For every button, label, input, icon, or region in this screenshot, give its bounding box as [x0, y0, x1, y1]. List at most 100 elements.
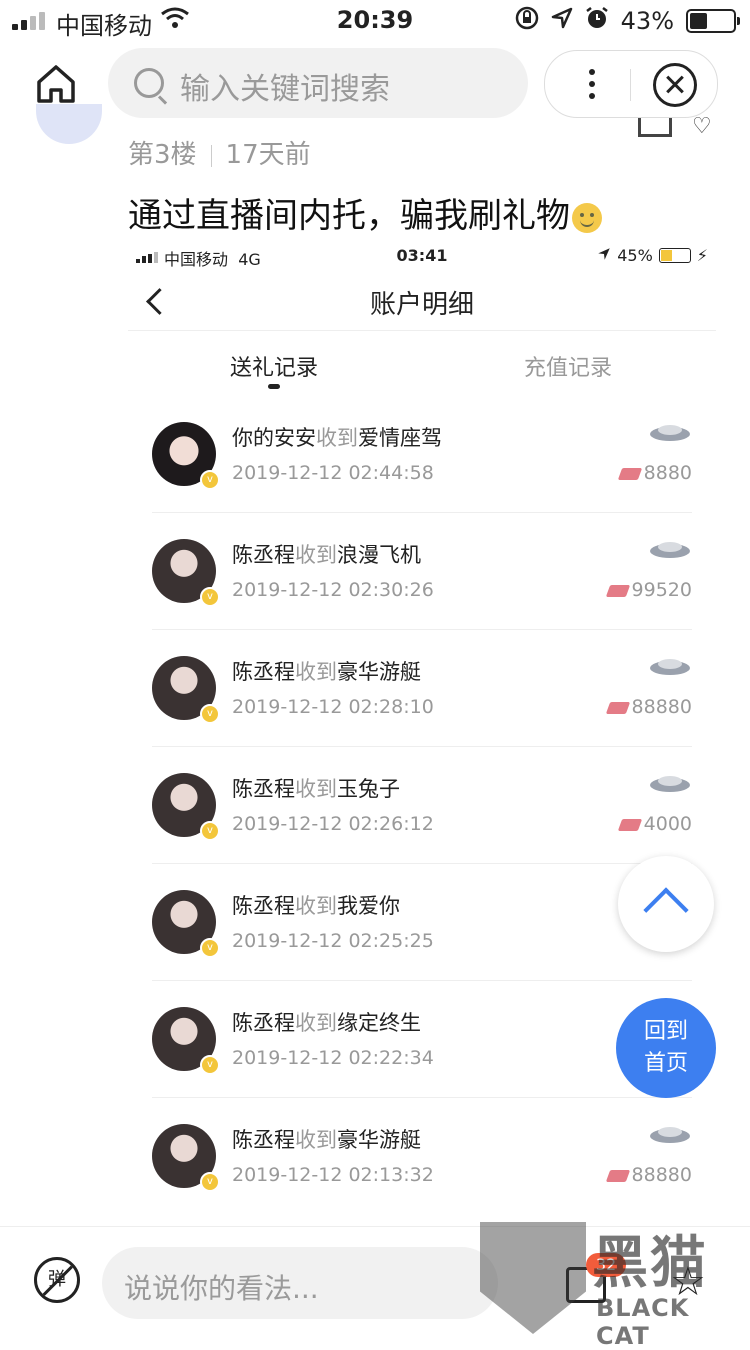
- tab-recharge-records: 充值记录: [524, 356, 613, 381]
- danmu-toggle-icon[interactable]: 弹: [34, 1257, 80, 1303]
- verified-badge-icon: v: [200, 704, 220, 724]
- recipient-name: 陈丞程: [232, 660, 295, 684]
- record-title: 陈丞程收到豪华游艇: [232, 656, 421, 686]
- comment-input[interactable]: 说说你的看法...: [102, 1247, 498, 1319]
- tab-indicator: [268, 384, 280, 389]
- received-label: 收到: [316, 426, 358, 450]
- verified-badge-icon: v: [200, 821, 220, 841]
- record-time: 2019-12-12 02:28:10: [232, 696, 434, 718]
- amount-value: 99520: [631, 579, 692, 601]
- verified-badge-icon: v: [200, 1172, 220, 1192]
- chevron-up-icon: [643, 887, 689, 933]
- received-label: 收到: [295, 660, 337, 684]
- recipient-name: 你的安安: [232, 426, 316, 450]
- received-label: 收到: [295, 894, 337, 918]
- diamond-icon: [605, 1169, 630, 1182]
- record-title: 陈丞程收到浪漫飞机: [232, 539, 421, 569]
- record-time: 2019-12-12 02:44:58: [232, 462, 434, 484]
- record-time: 2019-12-12 02:22:34: [232, 1047, 434, 1069]
- verified-badge-icon: v: [200, 470, 220, 490]
- airplane-icon: [646, 531, 692, 563]
- smile-emoji-icon: [572, 202, 602, 233]
- list-item: v 陈丞程收到豪华游艇 2019-12-12 02:13:32 88880: [152, 1098, 692, 1214]
- diamond-icon: [617, 818, 642, 831]
- list-item: v 陈丞程收到我爱你 2019-12-12 02:25:25: [152, 864, 692, 981]
- post-text: 通过直播间内托，骗我刷礼物: [128, 188, 602, 237]
- recipient-name: 陈丞程: [232, 777, 295, 801]
- gift-name: 爱情座驾: [358, 426, 442, 450]
- received-label: 收到: [295, 1128, 337, 1152]
- record-time: 2019-12-12 02:13:32: [232, 1164, 434, 1186]
- record-time: 2019-12-12 02:26:12: [232, 813, 434, 835]
- capsule-divider: [630, 69, 631, 101]
- post-meta: 第3楼 17天前: [128, 134, 311, 171]
- recipient-name: 陈丞程: [232, 1128, 295, 1152]
- rotation-lock-icon: [515, 6, 539, 36]
- embedded-status-bar: 中国移动 4G 03:41 45% ⚡: [128, 246, 716, 270]
- gift-name: 缘定终生: [337, 1011, 421, 1035]
- diamond-icon: [617, 467, 642, 480]
- recipient-name: 陈丞程: [232, 543, 295, 567]
- amount-value: 88880: [631, 696, 692, 718]
- status-bar: 中国移动 20:39 43%: [0, 0, 750, 40]
- record-title: 陈丞程收到玉兔子: [232, 773, 400, 803]
- yacht-icon: [646, 1116, 692, 1148]
- gift-name: 我爱你: [337, 894, 400, 918]
- amount-value: 4000: [643, 813, 692, 835]
- amount-value: 88880: [631, 1164, 692, 1186]
- search-bar[interactable]: 输入关键词搜索: [108, 48, 528, 118]
- close-icon[interactable]: [653, 63, 697, 107]
- recipient-name: 陈丞程: [232, 1011, 295, 1035]
- charging-icon: ⚡: [696, 246, 708, 265]
- gift-name: 豪华游艇: [337, 660, 421, 684]
- watermark-brand-en: BLACK CAT: [596, 1294, 690, 1350]
- battery-icon: [686, 9, 740, 33]
- like-icon[interactable]: ♡: [692, 114, 712, 139]
- gift-record-list: v 你的安安收到爱情座驾 2019-12-12 02:44:58 8880 v 陈丞程收到…: [152, 396, 692, 1214]
- gift-amount: 88880: [605, 1164, 692, 1186]
- embedded-page-title: 账户明细: [369, 290, 474, 320]
- tab-gift-records: 送礼记录: [230, 356, 319, 381]
- post-title: 通过直播间内托，骗我刷礼物: [128, 196, 570, 236]
- verified-badge-icon: v: [200, 1055, 220, 1075]
- avatar[interactable]: [36, 104, 102, 144]
- gift-name: 豪华游艇: [337, 1128, 421, 1152]
- mini-program-capsule: [544, 50, 718, 118]
- floor-number: 第3楼: [128, 140, 197, 170]
- yacht-icon: [646, 648, 692, 680]
- post-time: 17天前: [225, 140, 311, 170]
- search-icon: [134, 68, 164, 98]
- cat-shield-logo: [480, 1222, 586, 1334]
- list-item: v 陈丞程收到玉兔子 2019-12-12 02:26:12 4000: [152, 747, 692, 864]
- location-icon: [551, 7, 573, 35]
- more-icon[interactable]: [589, 69, 595, 105]
- top-nav: 输入关键词搜索: [0, 46, 750, 122]
- list-item: v 陈丞程收到豪华游艇 2019-12-12 02:28:10 88880: [152, 630, 692, 747]
- location-icon: [597, 246, 611, 265]
- embedded-battery-percent: 45%: [617, 246, 653, 265]
- sports-car-icon: [646, 414, 692, 446]
- received-label: 收到: [295, 777, 337, 801]
- verified-badge-icon: v: [200, 587, 220, 607]
- record-title: 陈丞程收到缘定终生: [232, 1007, 421, 1037]
- list-item: v 陈丞程收到缘定终生 2019-12-12 02:22:34: [152, 981, 692, 1098]
- gift-name: 玉兔子: [337, 777, 400, 801]
- received-label: 收到: [295, 543, 337, 567]
- gift-amount: 4000: [617, 813, 692, 835]
- diamond-icon: [605, 584, 630, 597]
- gift-amount: 8880: [617, 462, 692, 484]
- back-home-button[interactable]: 回到 首页: [616, 998, 716, 1098]
- back-home-line2: 首页: [643, 1051, 688, 1076]
- share-icon[interactable]: [638, 118, 672, 137]
- scroll-top-button[interactable]: [618, 856, 714, 952]
- gift-name: 浪漫飞机: [337, 543, 421, 567]
- gift-amount: 99520: [605, 579, 692, 601]
- rabbit-icon: [646, 765, 692, 797]
- divider: [128, 330, 716, 331]
- record-time: 2019-12-12 02:30:26: [232, 579, 434, 601]
- alarm-icon: [585, 6, 609, 36]
- received-label: 收到: [295, 1011, 337, 1035]
- battery-percent: 43%: [620, 7, 674, 35]
- diamond-icon: [605, 701, 630, 714]
- home-icon[interactable]: [34, 62, 78, 106]
